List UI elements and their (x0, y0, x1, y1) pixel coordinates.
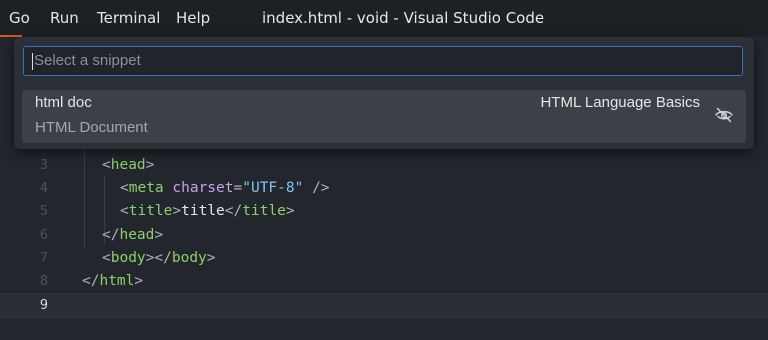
line-number: 7 (39, 250, 48, 266)
snippet-source: HTML Language Basics (540, 94, 700, 111)
menu-go[interactable]: Go (9, 0, 30, 36)
line-number: 4 (39, 180, 48, 196)
snippet-label: html doc (35, 94, 92, 111)
snippet-list-item[interactable]: html doc HTML Document HTML Language Bas… (22, 90, 746, 143)
code-line[interactable]: 8 </html> (0, 270, 768, 293)
code-line[interactable]: 6 </head> (0, 224, 768, 247)
snippet-description: HTML Document (35, 119, 148, 136)
code-line-active[interactable]: 9 (0, 293, 768, 318)
menu-run[interactable]: Run (50, 0, 79, 36)
line-number: 6 (39, 227, 48, 243)
code-line[interactable]: 4 <meta charset="UTF-8" /> (0, 177, 768, 200)
line-number: 8 (39, 273, 48, 289)
title-bar: Go Run Terminal Help index.html - void -… (0, 0, 768, 37)
window-title: index.html - void - Visual Studio Code (262, 9, 545, 27)
eye-closed-icon[interactable] (714, 105, 734, 125)
text-caret (32, 53, 33, 70)
code-line[interactable]: 5 <title>title</title> (0, 200, 768, 223)
line-number: 9 (39, 297, 48, 313)
snippet-search-input[interactable]: Select a snippet (23, 46, 743, 76)
menu-help[interactable]: Help (176, 0, 210, 36)
line-number: 5 (39, 203, 48, 219)
line-number: 3 (39, 157, 48, 173)
code-line[interactable]: 7 <body></body> (0, 247, 768, 270)
snippet-quick-pick: Select a snippet html doc HTML Document … (14, 37, 754, 149)
code-line[interactable]: 3 <head> (0, 154, 768, 177)
menu-terminal[interactable]: Terminal (97, 0, 160, 36)
snippet-search-placeholder: Select a snippet (34, 52, 141, 69)
